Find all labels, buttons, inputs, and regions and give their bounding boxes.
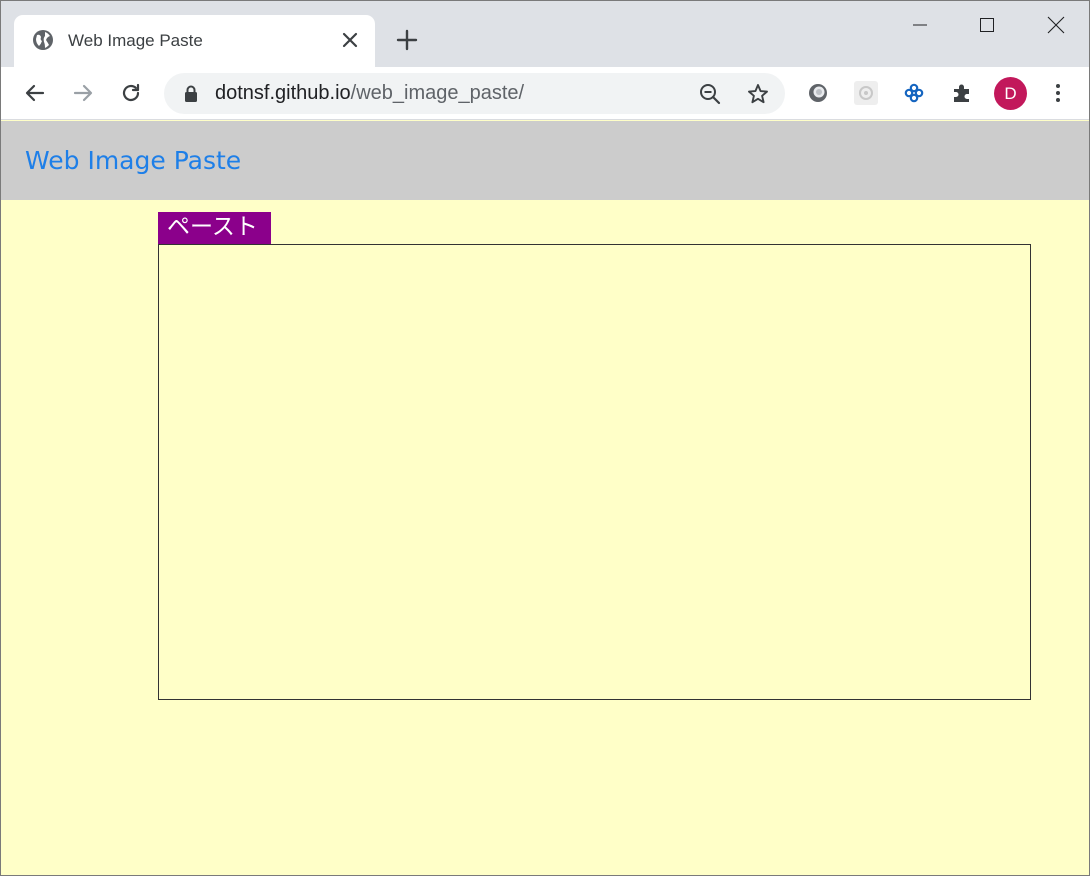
profile-avatar[interactable]: D	[994, 77, 1027, 110]
extension-circle-icon[interactable]	[804, 79, 832, 107]
page-header: Web Image Paste	[1, 121, 1089, 200]
arrow-left-icon[interactable]	[21, 79, 49, 107]
close-icon[interactable]	[338, 28, 362, 52]
extension-snowflake-icon[interactable]	[900, 79, 928, 107]
browser-window: Web Image Paste dotnsf.github.io/web_ima…	[0, 0, 1090, 876]
paste-area[interactable]	[158, 244, 1031, 700]
url-host: dotnsf.github.io	[215, 82, 351, 104]
maximize-icon[interactable]	[964, 5, 1010, 45]
window-close-icon[interactable]	[1033, 5, 1079, 45]
plus-icon[interactable]	[393, 26, 421, 54]
page-content: ペースト	[1, 200, 1089, 875]
extension-gear-icon[interactable]	[852, 79, 880, 107]
star-icon[interactable]	[745, 81, 771, 107]
zoom-out-icon[interactable]	[697, 81, 723, 107]
active-tab[interactable]: Web Image Paste	[14, 15, 375, 67]
minimize-icon[interactable]	[897, 5, 943, 45]
paste-button[interactable]: ペースト	[158, 212, 271, 244]
url-path: /web_image_paste/	[350, 82, 525, 104]
arrow-right-icon[interactable]	[69, 79, 97, 107]
site-title-link[interactable]: Web Image Paste	[25, 146, 241, 175]
globe-icon	[32, 29, 54, 51]
browser-toolbar: dotnsf.github.io/web_image_paste/ D	[1, 67, 1089, 120]
lock-icon[interactable]	[184, 85, 198, 102]
url-text[interactable]: dotnsf.github.io/web_image_paste/	[215, 82, 524, 105]
kebab-menu-icon[interactable]	[1044, 79, 1072, 107]
reload-icon[interactable]	[117, 79, 145, 107]
puzzle-icon[interactable]	[948, 79, 976, 107]
address-bar[interactable]: dotnsf.github.io/web_image_paste/	[164, 73, 785, 114]
tab-title: Web Image Paste	[68, 31, 203, 50]
tab-strip: Web Image Paste	[1, 1, 1089, 67]
